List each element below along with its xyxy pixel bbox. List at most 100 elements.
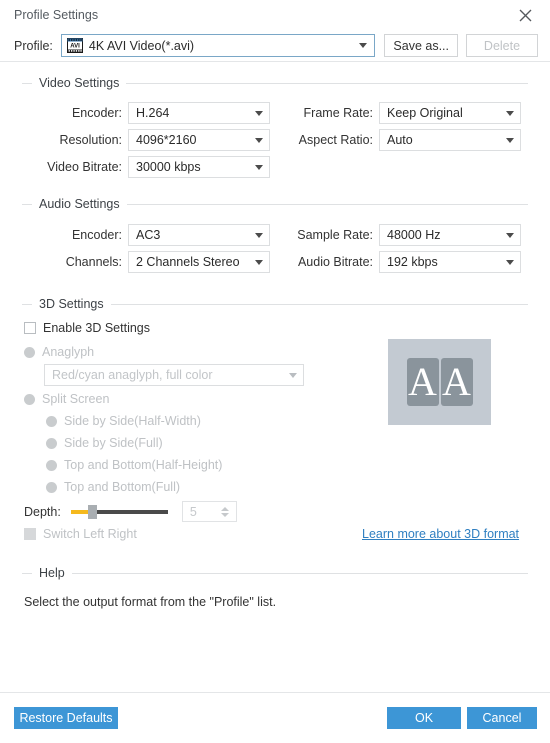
field-aspect-ratio: Aspect Ratio: Auto: [285, 129, 521, 151]
chevron-down-icon: [359, 43, 368, 48]
group-rule-right: [110, 303, 528, 305]
video-resolution-label: Resolution:: [59, 133, 122, 147]
chevron-down-icon: [506, 259, 514, 265]
side-by-side-full-label: Side by Side(Full): [64, 436, 163, 450]
video-resolution-select[interactable]: 4096*2160: [128, 129, 270, 151]
top-bottom-half-radio-row: Top and Bottom(Half-Height): [46, 458, 222, 472]
svg-text:AVI: AVI: [70, 44, 80, 50]
chevron-down-icon: [255, 110, 263, 116]
video-encoder-label: Encoder:: [71, 106, 122, 120]
save-as-button[interactable]: Save as...: [384, 34, 458, 57]
window-title: Profile Settings: [14, 8, 99, 22]
chevron-down-icon: [506, 137, 514, 143]
depth-slider-handle[interactable]: [87, 504, 97, 519]
audio-encoder-value: AC3: [136, 228, 161, 242]
audio-channels-select[interactable]: 2 Channels Stereo: [128, 251, 270, 273]
audio-channels-label: Channels:: [65, 255, 122, 269]
title-bar: Profile Settings: [0, 0, 550, 30]
help-title: Help: [39, 566, 65, 580]
group-rule-left: [22, 572, 32, 574]
audio-settings-title: Audio Settings: [39, 197, 120, 211]
enable-3d-checkbox[interactable]: [24, 322, 36, 334]
chevron-down-icon: [255, 164, 263, 170]
field-video-encoder: Encoder: H.264: [22, 102, 270, 124]
sample-rate-select[interactable]: 48000 Hz: [379, 224, 521, 246]
chevron-down-icon: [255, 259, 263, 265]
group-rule-right: [126, 82, 528, 84]
depth-label: Depth:: [24, 504, 61, 519]
audio-encoder-select[interactable]: AC3: [128, 224, 270, 246]
top-bottom-full-radio: [46, 481, 57, 493]
sample-rate-value: 48000 Hz: [387, 228, 441, 242]
split-screen-label: Split Screen: [42, 392, 110, 406]
chevron-down-icon: [255, 137, 263, 143]
aspect-ratio-value: Auto: [387, 133, 413, 147]
three-d-settings-title: 3D Settings: [39, 297, 104, 311]
group-rule-left: [22, 303, 32, 305]
video-bitrate-label: Video Bitrate:: [47, 160, 122, 174]
video-bitrate-select[interactable]: 30000 kbps: [128, 156, 270, 178]
chevron-down-icon: [289, 372, 297, 378]
video-settings-group: Video Settings: [22, 76, 528, 90]
delete-button: Delete: [466, 34, 538, 57]
side-by-side-half-radio: [46, 415, 57, 427]
audio-bitrate-label: Audio Bitrate:: [297, 255, 373, 269]
learn-more-3d-link[interactable]: Learn more about 3D format: [362, 527, 519, 541]
ok-button[interactable]: OK: [387, 707, 461, 729]
frame-rate-select[interactable]: Keep Original: [379, 102, 521, 124]
profile-row: Profile: AVI 4K AVI Video(*.avi) Save as…: [0, 30, 550, 62]
cancel-button[interactable]: Cancel: [467, 707, 537, 729]
enable-3d-checkbox-row[interactable]: Enable 3D Settings: [24, 321, 150, 335]
three-d-preview-image: A A: [388, 339, 491, 425]
side-by-side-half-radio-row: Side by Side(Half-Width): [46, 414, 201, 428]
aspect-ratio-select[interactable]: Auto: [379, 129, 521, 151]
audio-channels-value: 2 Channels Stereo: [136, 255, 240, 269]
group-rule-left: [22, 82, 32, 84]
chevron-up-icon: [220, 506, 229, 511]
help-group: Help: [22, 566, 528, 580]
anaglyph-radio: [24, 346, 35, 358]
restore-defaults-button[interactable]: Restore Defaults: [14, 707, 118, 729]
anaglyph-mode-value: Red/cyan anaglyph, full color: [52, 368, 213, 382]
aspect-ratio-label: Aspect Ratio:: [298, 133, 373, 147]
preview-left-pane: A: [406, 358, 439, 406]
chevron-down-icon: [220, 512, 229, 517]
profile-select[interactable]: AVI 4K AVI Video(*.avi): [60, 34, 376, 57]
video-encoder-select[interactable]: H.264: [128, 102, 270, 124]
chevron-down-icon: [506, 110, 514, 116]
video-encoder-value: H.264: [136, 106, 170, 120]
depth-stepper: 5: [181, 501, 237, 522]
switch-left-right-label: Switch Left Right: [43, 527, 137, 541]
anaglyph-mode-select: Red/cyan anaglyph, full color: [44, 364, 304, 386]
top-bottom-half-label: Top and Bottom(Half-Height): [64, 458, 223, 472]
switch-left-right-row: Switch Left Right: [24, 527, 137, 541]
group-rule-right: [71, 572, 528, 574]
chevron-down-icon: [255, 232, 263, 238]
top-bottom-half-radio: [46, 459, 57, 471]
three-d-settings-group: 3D Settings: [22, 297, 528, 311]
help-text: Select the output format from the "Profi…: [24, 595, 277, 609]
chevron-down-icon: [506, 232, 514, 238]
top-bottom-full-radio-row: Top and Bottom(Full): [46, 480, 180, 494]
sample-rate-label: Sample Rate:: [297, 228, 373, 242]
group-rule-left: [22, 203, 32, 205]
field-audio-encoder: Encoder: AC3: [22, 224, 270, 246]
profile-value: 4K AVI Video(*.avi): [88, 38, 195, 53]
depth-slider[interactable]: [70, 504, 168, 519]
field-video-resolution: Resolution: 4096*2160: [22, 129, 270, 151]
side-by-side-full-radio: [46, 437, 57, 449]
frame-rate-label: Frame Rate:: [303, 106, 373, 120]
depth-value: 5: [189, 504, 197, 519]
audio-bitrate-select[interactable]: 192 kbps: [379, 251, 521, 273]
audio-encoder-label: Encoder:: [71, 228, 122, 242]
video-bitrate-value: 30000 kbps: [136, 160, 201, 174]
enable-3d-label: Enable 3D Settings: [43, 321, 151, 335]
side-by-side-full-radio-row: Side by Side(Full): [46, 436, 163, 450]
stepper-arrows-icon: [218, 506, 232, 517]
anaglyph-radio-row: Anaglyph: [24, 345, 94, 359]
footer-divider: [0, 692, 550, 693]
field-audio-bitrate: Audio Bitrate: 192 kbps: [285, 251, 521, 273]
close-icon[interactable]: [512, 3, 538, 27]
avi-file-icon: AVI: [66, 38, 83, 53]
split-screen-radio-row: Split Screen: [24, 392, 109, 406]
